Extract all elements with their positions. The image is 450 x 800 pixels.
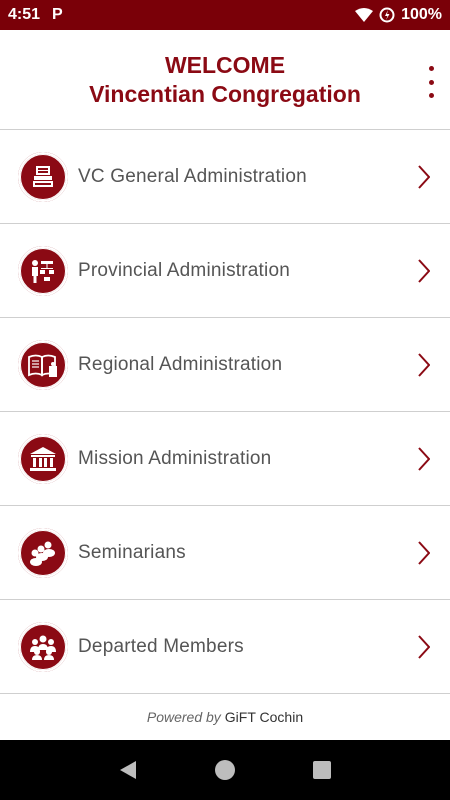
overflow-menu-icon[interactable] [424, 66, 438, 98]
company-name: GiFT Cochin [224, 709, 304, 725]
battery-level: 100% [401, 6, 442, 23]
chevron-right-icon [418, 446, 430, 471]
app-header: WELCOME Vincentian Congregation [0, 30, 450, 130]
welcome-title: WELCOME [164, 51, 286, 78]
menu-item-label: Mission Administration [78, 447, 272, 469]
menu-item-regional-administration[interactable]: Regional Administration [0, 318, 450, 412]
cash-register-icon [18, 151, 68, 202]
community-icon [18, 621, 68, 672]
footer: Powered by GiFT Cochin [0, 694, 450, 740]
back-icon[interactable] [118, 759, 138, 781]
home-icon[interactable] [214, 759, 236, 781]
wifi-icon [355, 8, 374, 22]
menu-item-label: Seminarians [78, 541, 186, 563]
menu-item-provincial-administration[interactable]: Provincial Administration [0, 224, 450, 318]
menu-item-label: Departed Members [78, 635, 244, 657]
menu-item-label: VC General Administration [78, 165, 307, 187]
app-indicator: P [52, 6, 63, 23]
institution-icon [18, 433, 68, 484]
status-bar: 4:51 P 100% [0, 0, 450, 30]
congregation-title: Vincentian Congregation [89, 80, 361, 107]
recents-icon[interactable] [312, 760, 332, 780]
org-chart-icon [18, 245, 68, 296]
system-nav-bar [0, 740, 450, 800]
status-icons: 100% [355, 6, 442, 24]
menu-list: VC General Administration Provincial Adm… [0, 130, 450, 694]
menu-item-mission-administration[interactable]: Mission Administration [0, 412, 450, 506]
menu-item-vc-general-administration[interactable]: VC General Administration [0, 130, 450, 224]
powered-by-label: Powered by [146, 709, 221, 725]
chevron-right-icon [418, 634, 430, 659]
menu-item-departed-members[interactable]: Departed Members [0, 600, 450, 694]
book-icon [18, 339, 68, 390]
menu-item-seminarians[interactable]: Seminarians [0, 506, 450, 600]
chevron-right-icon [418, 540, 430, 565]
chevron-right-icon [418, 164, 430, 189]
data-saver-icon [379, 7, 395, 23]
chevron-right-icon [418, 352, 430, 377]
menu-item-label: Regional Administration [78, 353, 283, 375]
chevron-right-icon [418, 258, 430, 283]
group-icon [18, 527, 68, 578]
menu-item-label: Provincial Administration [78, 259, 290, 281]
status-time: 4:51 [8, 6, 41, 23]
